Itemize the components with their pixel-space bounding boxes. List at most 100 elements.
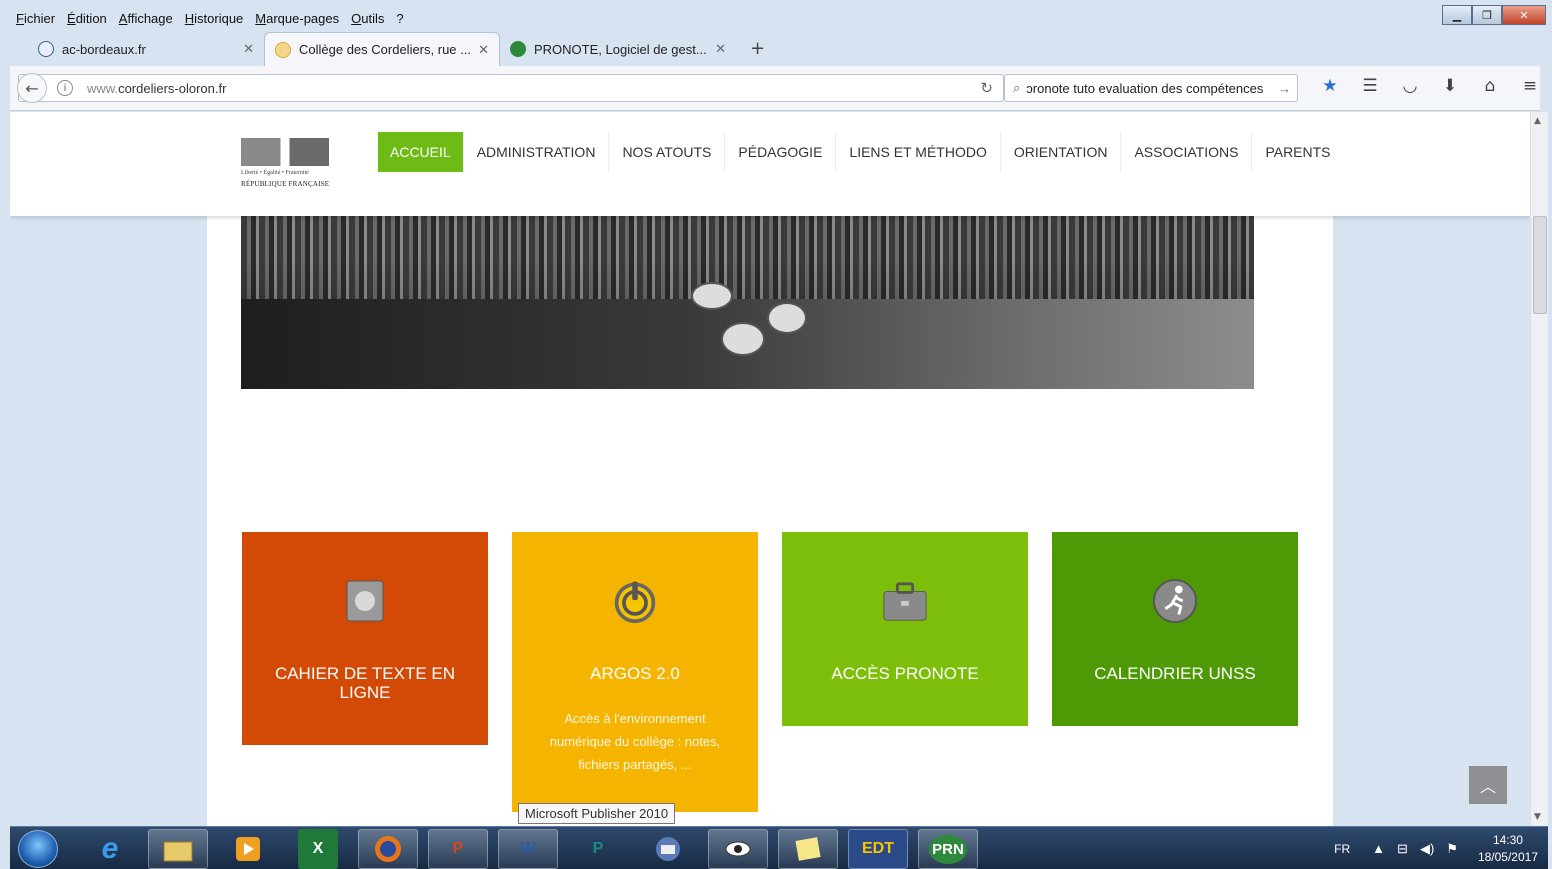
republique-francaise-logo[interactable]: Liberté • Égalité • Fraternité RÉPUBLIQU…	[241, 138, 329, 190]
bookmarks-list-icon[interactable]: ☰	[1350, 76, 1390, 96]
tray-expand-icon[interactable]: ▲	[1372, 841, 1385, 856]
tab-pronote[interactable]: PRONOTE, Logiciel de gest... ✕	[500, 32, 736, 66]
nav-accueil[interactable]: ACCUEIL	[378, 132, 464, 172]
tab-title: Collège des Cordeliers, rue ...	[299, 42, 471, 57]
tile-cahier-de-texte[interactable]: CAHIER DE TEXTE EN LIGNE	[242, 532, 488, 745]
file-explorer-icon[interactable]	[148, 829, 208, 869]
tab-title: PRONOTE, Logiciel de gest...	[534, 41, 707, 57]
home-icon[interactable]: ⌂	[1470, 76, 1510, 96]
menu-marque-pages[interactable]: Marque-pages	[249, 11, 345, 26]
close-window-button[interactable]: ✕	[1502, 5, 1546, 25]
main-nav: ACCUEIL ADMINISTRATION NOS ATOUTS PÉDAGO…	[378, 132, 1344, 172]
tile-acces-pronote[interactable]: ACCÈS PRONOTE	[782, 532, 1028, 726]
internet-explorer-icon[interactable]: e	[80, 829, 140, 869]
window-controls: ▁ ❐ ✕	[1442, 5, 1546, 25]
scroll-to-top-button[interactable]: ︿	[1469, 766, 1507, 804]
tab-title: ac-bordeaux.fr	[62, 41, 146, 57]
nav-pedagogie[interactable]: PÉDAGOGIE	[725, 132, 837, 172]
tile-title: ACCÈS PRONOTE	[831, 664, 979, 683]
menu-edition[interactable]: Édition	[61, 11, 113, 26]
tile-calendrier-unss[interactable]: CALENDRIER UNSS	[1052, 532, 1298, 726]
network-icon[interactable]: ⊟	[1397, 841, 1408, 857]
url-text: www.cordeliers-oloron.fr	[87, 80, 227, 96]
navigation-toolbar: ← i www.cordeliers-oloron.fr ↻ ⌕ ɔronote…	[10, 66, 1540, 111]
start-button[interactable]	[18, 830, 58, 868]
powerpoint-icon[interactable]: P	[428, 829, 488, 869]
hamburger-menu-icon[interactable]: ≡	[1510, 76, 1550, 96]
firefox-icon[interactable]	[358, 829, 418, 869]
nav-associations[interactable]: ASSOCIATIONS	[1121, 132, 1253, 172]
action-center-flag-icon[interactable]: ⚑	[1446, 841, 1458, 857]
new-tab-icon[interactable]: +	[750, 38, 765, 59]
eye-viewer-icon[interactable]	[708, 829, 768, 869]
nav-administration[interactable]: ADMINISTRATION	[464, 132, 610, 172]
menu-outils[interactable]: Outils	[345, 11, 390, 26]
search-input[interactable]: ⌕ ɔronote tuto evaluation des compétence…	[1004, 74, 1298, 102]
word-icon[interactable]: W	[498, 829, 558, 869]
nav-nos-atouts[interactable]: NOS ATOUTS	[609, 132, 726, 172]
close-tab-icon[interactable]: ✕	[243, 41, 254, 57]
download-icon[interactable]: ⬇	[1430, 76, 1470, 96]
edt-icon[interactable]: EDT	[848, 829, 908, 869]
toolbar-icons: ★ ☰ ◡ ⬇ ⌂ ≡	[1310, 76, 1550, 96]
tab-college-cordeliers[interactable]: Collège des Cordeliers, rue ... ✕	[264, 32, 500, 66]
language-indicator[interactable]: FR	[1334, 842, 1350, 856]
pronote-favicon-icon	[510, 41, 526, 57]
tile-title: CAHIER DE TEXTE EN LIGNE	[274, 664, 456, 702]
menu-fichier[interactable]: Fichier	[10, 11, 61, 26]
tab-ac-bordeaux[interactable]: ac-bordeaux.fr ✕	[28, 32, 264, 66]
menu-affichage[interactable]: Affichage	[113, 11, 179, 26]
search-go-icon[interactable]: →	[1278, 81, 1291, 96]
minimize-button[interactable]: ▁	[1442, 5, 1472, 25]
nav-liens-et-methodo[interactable]: LIENS ET MÉTHODO	[836, 132, 1001, 172]
tile-title: ARGOS 2.0	[590, 664, 680, 683]
tile-title: CALENDRIER UNSS	[1094, 664, 1256, 683]
site-favicon-icon	[275, 41, 291, 58]
close-tab-icon[interactable]: ✕	[478, 42, 489, 58]
address-bar[interactable]: ← i www.cordeliers-oloron.fr ↻	[17, 73, 1004, 103]
close-tab-icon[interactable]: ✕	[715, 41, 726, 57]
search-query: ɔronote tuto evaluation des compétences	[1026, 80, 1264, 96]
logo-name: RÉPUBLIQUE FRANÇAISE	[241, 180, 330, 188]
scrollbar-thumb[interactable]	[1533, 216, 1547, 314]
tile-description: Accès à l'environnement numérique du col…	[549, 711, 721, 772]
marianne-icon	[241, 138, 329, 166]
info-icon[interactable]: i	[57, 80, 73, 96]
logo-motto: Liberté • Égalité • Fraternité	[241, 170, 309, 176]
system-tray: FR ▲ ⊟ ◀) ⚑ 14:30 18/05/2017	[1334, 827, 1538, 869]
briefcase-icon	[882, 578, 928, 624]
menu-aide[interactable]: ?	[390, 11, 409, 26]
runner-icon	[1152, 578, 1198, 624]
back-arrow-icon[interactable]: ←	[17, 73, 47, 103]
windows-taskbar: e X P W P EDT PRN FR ▲ ⊟ ◀) ⚑ 14:30 18/0…	[10, 826, 1548, 869]
restore-button[interactable]: ❐	[1472, 5, 1502, 25]
tile-argos[interactable]: ARGOS 2.0 Accès à l'environnement numéri…	[512, 532, 758, 812]
clock-date: 18/05/2017	[1477, 849, 1538, 864]
vertical-scrollbar[interactable]: ▲ ▼	[1530, 112, 1548, 826]
scroll-up-icon[interactable]: ▲	[1534, 116, 1541, 126]
publisher-icon[interactable]: P	[568, 829, 628, 869]
excel-icon[interactable]: X	[298, 829, 338, 869]
bookmark-star-icon[interactable]: ★	[1310, 76, 1350, 96]
menu-bar: Fichier Édition Affichage Historique Mar…	[10, 7, 430, 29]
sticky-notes-icon[interactable]	[778, 829, 838, 869]
reload-icon[interactable]: ↻	[980, 79, 993, 97]
media-player-icon[interactable]	[218, 829, 278, 869]
search-icon: ⌕	[1013, 80, 1021, 95]
pronote-icon[interactable]: PRN	[918, 829, 978, 869]
page-viewport: Liberté • Égalité • Fraternité RÉPUBLIQU…	[10, 112, 1530, 826]
browser-window: Fichier Édition Affichage Historique Mar…	[0, 0, 1552, 869]
tab-bar: ac-bordeaux.fr ✕ Collège des Cordeliers,…	[10, 32, 1540, 66]
scroll-down-icon[interactable]: ▼	[1534, 812, 1541, 822]
nav-parents[interactable]: PARENTS	[1252, 132, 1343, 172]
pocket-icon[interactable]: ◡	[1390, 76, 1430, 96]
notebook-icon	[342, 578, 388, 624]
site-header: Liberté • Égalité • Fraternité RÉPUBLIQU…	[10, 112, 1530, 216]
nav-orientation[interactable]: ORIENTATION	[1001, 132, 1122, 172]
thunderbird-icon[interactable]	[638, 829, 698, 869]
clock[interactable]: 14:30 18/05/2017	[1478, 832, 1538, 866]
power-icon	[612, 578, 658, 624]
menu-historique[interactable]: Historique	[179, 11, 250, 26]
globe-icon	[38, 41, 54, 57]
volume-icon[interactable]: ◀)	[1420, 841, 1434, 857]
